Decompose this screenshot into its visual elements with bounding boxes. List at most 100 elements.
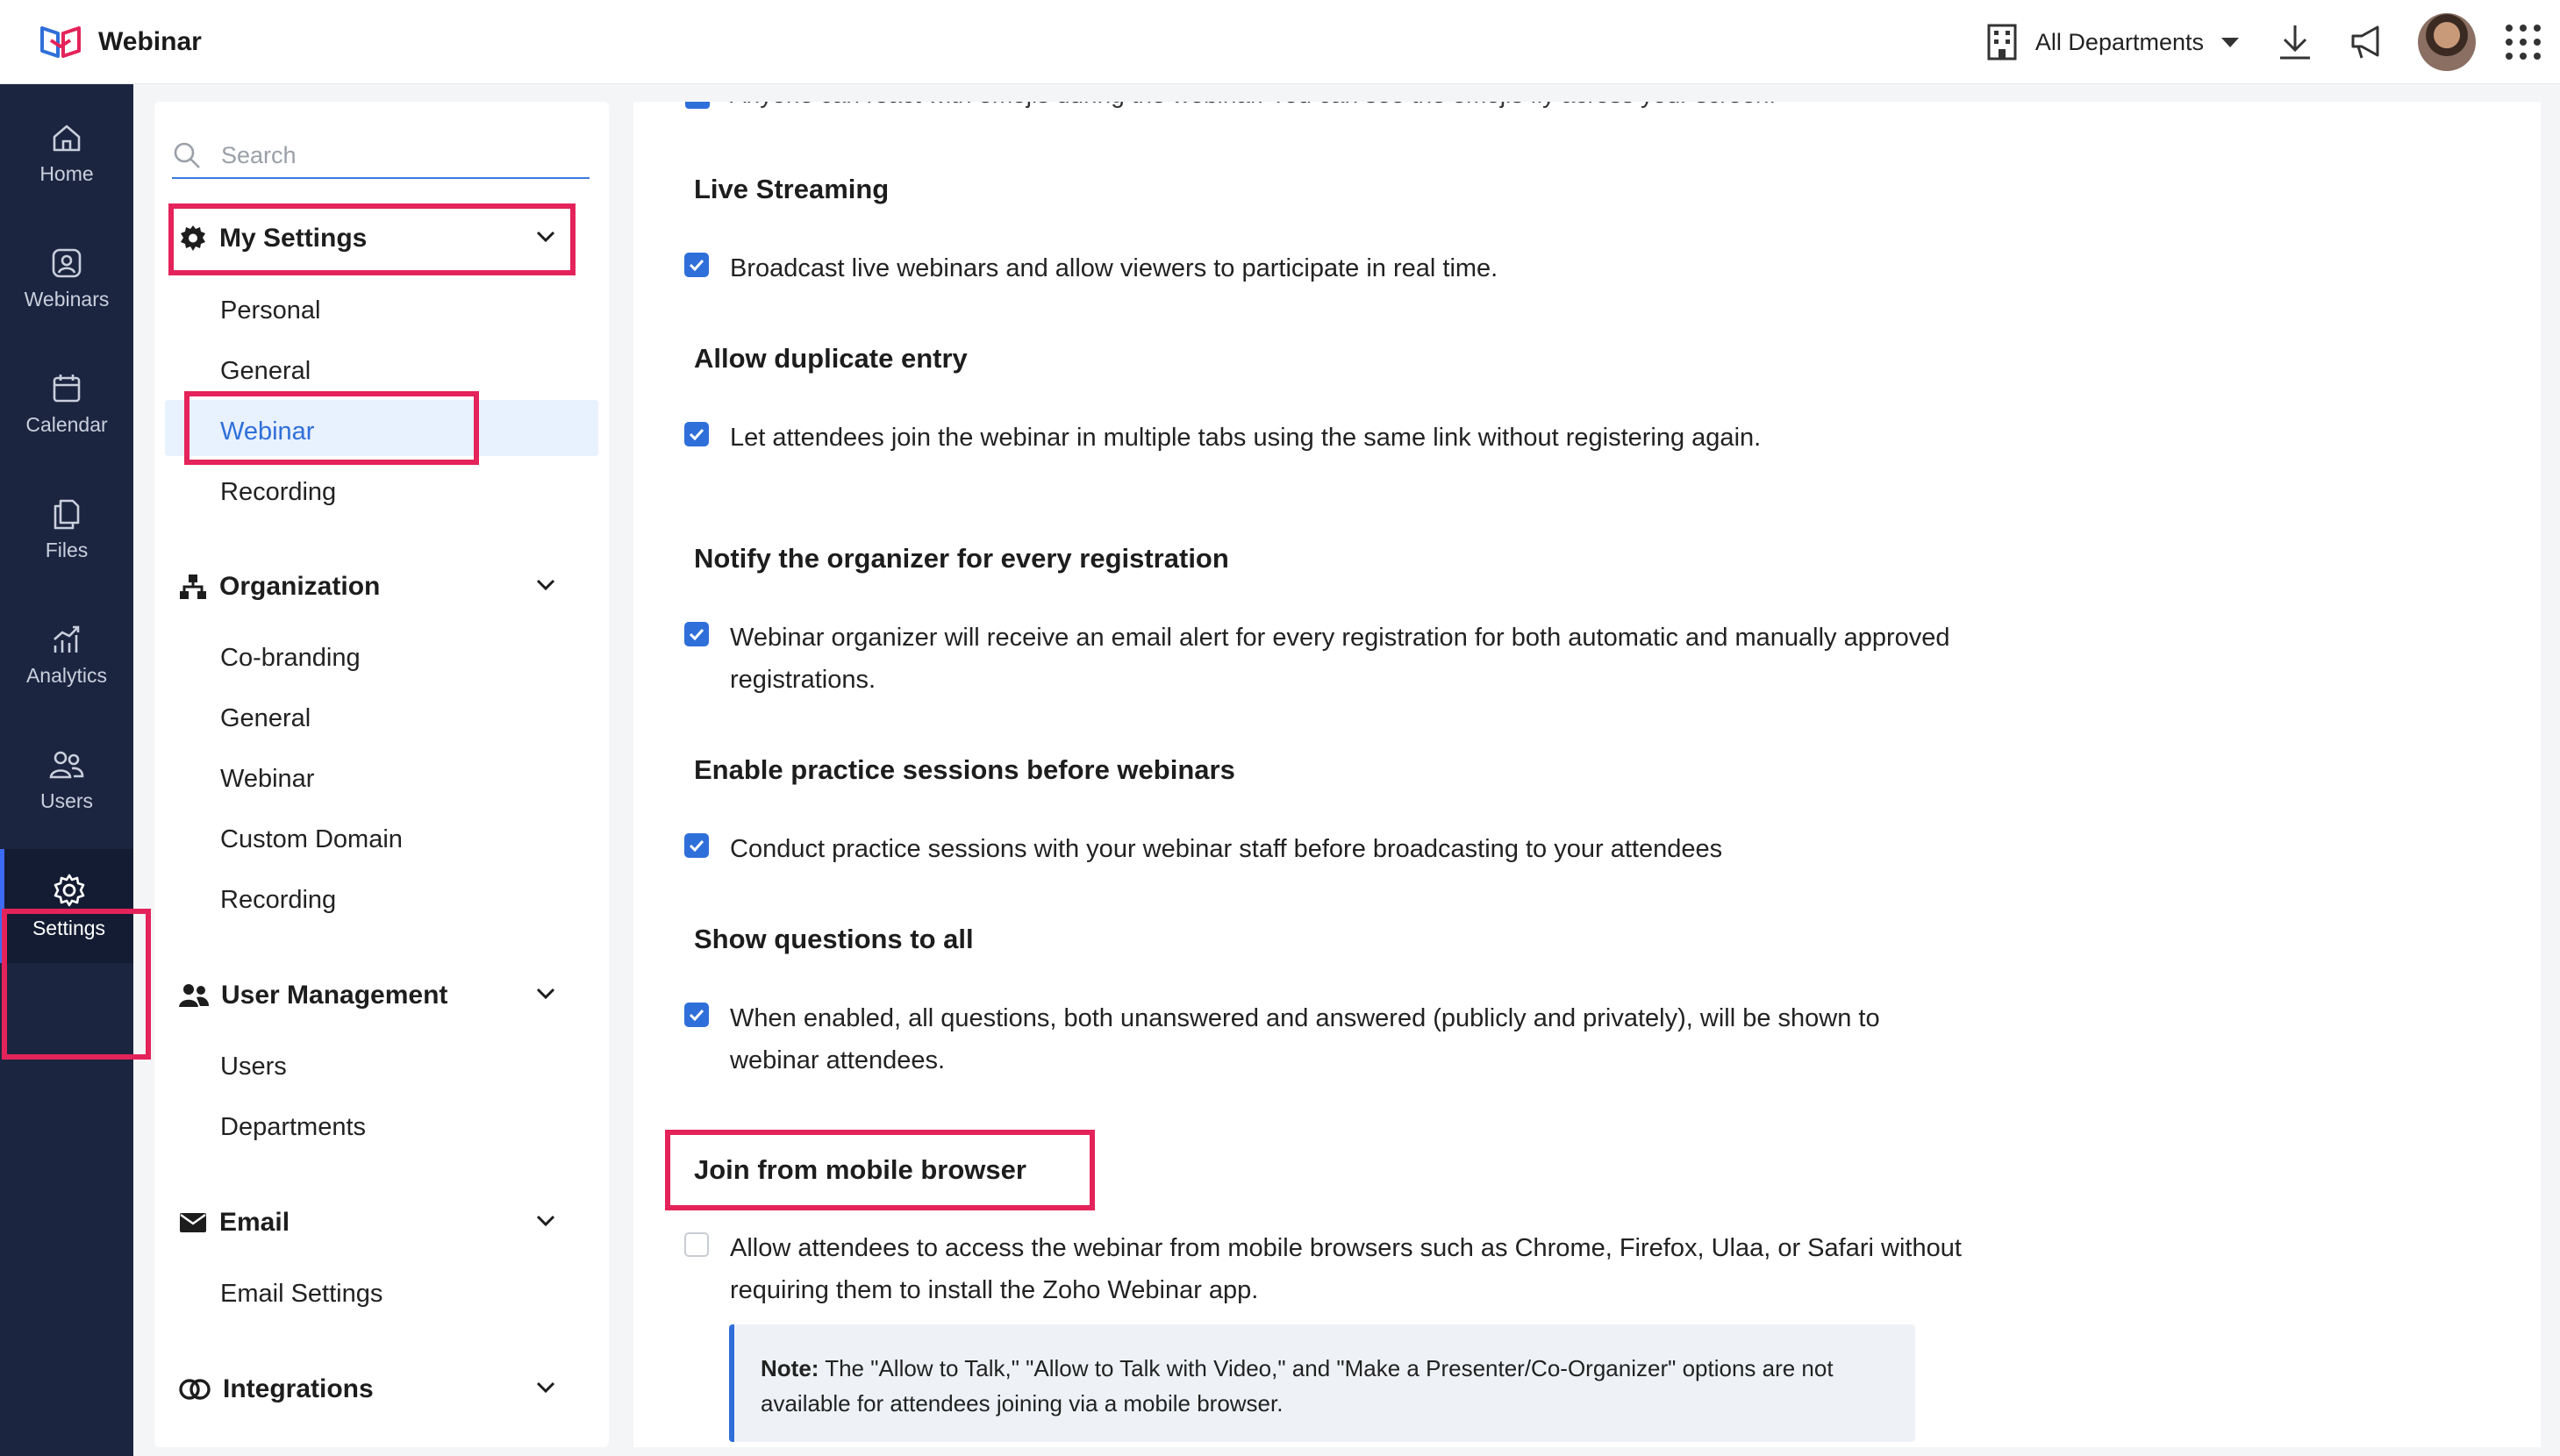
rail-item-label: Users	[39, 789, 94, 812]
setting-title-join-mobile: Join from mobile browser	[694, 1154, 1026, 1185]
checkbox-checked[interactable]	[684, 1003, 709, 1027]
section-label: Organization	[219, 572, 381, 601]
rail-item-files[interactable]: Files	[0, 473, 133, 587]
section-label: My Settings	[219, 224, 368, 253]
nav-rail: Home Webinars Calendar Files Analytics U…	[0, 84, 151, 1456]
section-integrations[interactable]: Integrations	[179, 1365, 574, 1414]
checkbox-checked[interactable]	[684, 253, 709, 277]
users-icon	[49, 751, 84, 778]
section-email[interactable]: Email	[179, 1198, 574, 1247]
search-input[interactable]: Search	[172, 133, 590, 179]
sidebar-item-users[interactable]: Users	[220, 1053, 287, 1081]
cut-off-option-text: Anyone can react with emojis during the …	[730, 102, 1776, 109]
sidebar-item-recording[interactable]: Recording	[220, 478, 336, 507]
rail-item-label: Home	[39, 161, 94, 185]
checkbox-unchecked[interactable]	[684, 1232, 709, 1257]
rail-item-label: Webinars	[24, 287, 110, 310]
section-label: Email	[219, 1208, 290, 1237]
org-chart-icon	[180, 575, 206, 599]
chevron-down-icon	[536, 231, 555, 243]
gear-icon	[54, 874, 84, 906]
section-my-settings[interactable]: My Settings	[179, 214, 574, 263]
announcement-icon[interactable]	[2346, 21, 2388, 63]
apps-grid-icon[interactable]	[2506, 25, 2541, 60]
download-icon[interactable]	[2274, 21, 2316, 63]
building-icon	[1987, 24, 2017, 61]
files-icon	[54, 499, 80, 529]
envelope-icon	[180, 1213, 206, 1232]
setting-title-notify-organizer: Notify the organizer for every registrat…	[694, 543, 1229, 574]
setting-description: Allow attendees to access the webinar fr…	[730, 1234, 1962, 1304]
rail-item-home[interactable]: Home	[0, 96, 133, 211]
setting-option-live-streaming: Broadcast live webinars and allow viewer…	[684, 247, 1965, 289]
section-label: User Management	[221, 981, 448, 1010]
section-organization[interactable]: Organization	[179, 562, 574, 611]
check-icon	[689, 428, 704, 440]
top-bar: Webinar All Departments	[0, 0, 2560, 84]
sidebar-item-co-branding[interactable]: Co-branding	[220, 644, 361, 673]
sidebar-item-org-general[interactable]: General	[220, 704, 311, 733]
chevron-down-icon	[536, 1381, 555, 1394]
settings-content: Anyone can react with emojis during the …	[633, 102, 2541, 1447]
setting-description: Broadcast live webinars and allow viewer…	[730, 254, 1498, 282]
gear-icon	[181, 225, 205, 251]
setting-title-practice-sessions: Enable practice sessions before webinars	[694, 754, 1235, 785]
chevron-down-icon	[536, 579, 555, 591]
settings-sidebar: Search My Settings Personal General Webi…	[154, 102, 609, 1447]
settings-highlight-box	[2, 909, 151, 1060]
note-box: Note: The "Allow to Talk," "Allow to Tal…	[729, 1324, 1915, 1442]
setting-option-join-mobile: Allow attendees to access the webinar fr…	[684, 1227, 1965, 1311]
calendar-icon	[53, 374, 81, 402]
check-icon	[689, 839, 704, 852]
rail-item-label: Analytics	[25, 663, 108, 687]
rail-item-users[interactable]: Users	[0, 724, 133, 838]
setting-description: Let attendees join the webinar in multip…	[730, 424, 1762, 452]
section-label: Integrations	[223, 1374, 374, 1403]
webinars-icon	[52, 248, 82, 277]
sidebar-item-personal[interactable]: Personal	[220, 296, 320, 325]
setting-option-show-questions: When enabled, all questions, both unansw…	[684, 997, 1965, 1081]
setting-description: Webinar organizer will receive an email …	[730, 624, 1950, 694]
integrations-icon	[179, 1379, 211, 1400]
rail-item-label: Calendar	[25, 412, 108, 436]
search-icon	[174, 142, 200, 168]
avatar[interactable]	[2418, 13, 2476, 71]
app-name: Webinar	[98, 26, 202, 56]
setting-title-live-streaming: Live Streaming	[694, 174, 890, 204]
sidebar-item-departments[interactable]: Departments	[220, 1113, 366, 1142]
home-icon	[53, 125, 81, 151]
webinar-highlight-box	[184, 391, 479, 465]
checkbox-checked[interactable]	[684, 422, 709, 446]
rail-item-calendar[interactable]: Calendar	[0, 347, 133, 461]
setting-option-duplicate-entry: Let attendees join the webinar in multip…	[684, 417, 1965, 459]
checkbox-checked[interactable]	[684, 833, 709, 858]
setting-option-practice-sessions: Conduct practice sessions with your webi…	[684, 828, 1965, 870]
note-text: The "Allow to Talk," "Allow to Talk with…	[761, 1355, 1834, 1417]
rail-item-webinars[interactable]: Webinars	[0, 222, 133, 336]
sidebar-item-org-webinar[interactable]: Webinar	[220, 765, 314, 794]
sidebar-item-email-settings[interactable]: Email Settings	[220, 1280, 383, 1309]
department-selector-label: All Departments	[2034, 28, 2204, 55]
setting-description: When enabled, all questions, both unansw…	[730, 1004, 1880, 1074]
setting-title-duplicate-entry: Allow duplicate entry	[694, 343, 968, 374]
sidebar-item-custom-domain[interactable]: Custom Domain	[220, 825, 403, 854]
check-icon	[689, 259, 704, 271]
check-icon	[689, 628, 704, 640]
setting-option-notify-organizer: Webinar organizer will receive an email …	[684, 617, 1965, 701]
setting-description: Conduct practice sessions with your webi…	[730, 835, 1723, 863]
search-placeholder: Search	[221, 141, 297, 168]
sidebar-item-org-recording[interactable]: Recording	[220, 886, 336, 915]
department-selector[interactable]: All Departments	[1986, 23, 2239, 61]
app-brand[interactable]: Webinar	[39, 23, 202, 61]
note-label: Note:	[761, 1355, 819, 1381]
analytics-icon	[54, 625, 80, 653]
setting-title-show-questions: Show questions to all	[694, 924, 974, 954]
rail-item-analytics[interactable]: Analytics	[0, 598, 133, 712]
chevron-down-icon	[536, 1215, 555, 1227]
checkbox-checked[interactable]	[685, 102, 710, 109]
chevron-down-icon	[536, 988, 555, 1000]
section-user-management[interactable]: User Management	[179, 971, 574, 1020]
checkbox-checked[interactable]	[684, 622, 709, 646]
sidebar-item-general[interactable]: General	[220, 357, 311, 386]
check-icon	[689, 1009, 704, 1021]
